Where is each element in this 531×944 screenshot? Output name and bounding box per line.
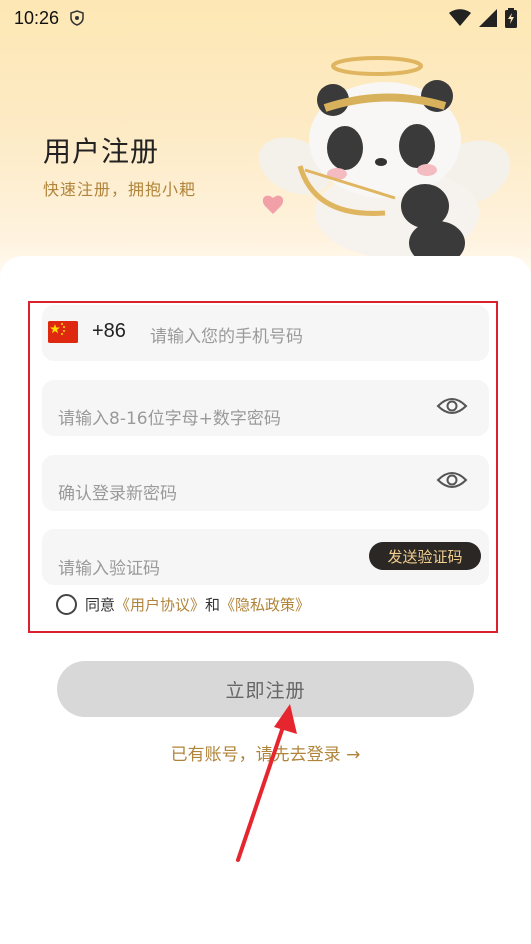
agreement-checkbox[interactable]: [56, 594, 77, 615]
send-code-button[interactable]: 发送验证码: [369, 542, 481, 570]
battery-charging-icon: [505, 8, 517, 28]
eye-icon[interactable]: [436, 470, 468, 490]
signal-icon: [479, 9, 497, 27]
panda-cupid-mascot: [258, 56, 511, 258]
page-title: 用户注册: [43, 135, 160, 168]
shield-icon: [70, 10, 84, 26]
page-subtitle: 快速注册，拥抱小耙: [43, 180, 197, 199]
phone-placeholder: 请输入您的手机号码: [150, 327, 303, 347]
wifi-icon: [449, 9, 471, 26]
password-placeholder: 请输入8-16位字母+数字密码: [58, 409, 281, 429]
agreement-prefix: 同意: [85, 596, 116, 614]
china-flag-icon[interactable]: [48, 321, 78, 343]
eye-icon[interactable]: [436, 396, 468, 416]
red-arrow-annotation: [236, 704, 297, 862]
country-code[interactable]: +86: [92, 320, 126, 343]
confirm-password-placeholder: 确认登录新密码: [58, 484, 177, 504]
verification-placeholder: 请输入验证码: [58, 559, 160, 579]
agreement-row: 同意 《用户协议》 和 《隐私政策》: [56, 594, 310, 615]
agreement-conjunction: 和: [205, 596, 221, 614]
status-time: 10:26: [14, 7, 60, 28]
user-agreement-link[interactable]: 《用户协议》: [115, 594, 205, 615]
status-bar: 10:26: [0, 0, 531, 36]
privacy-policy-link[interactable]: 《隐私政策》: [220, 594, 310, 615]
